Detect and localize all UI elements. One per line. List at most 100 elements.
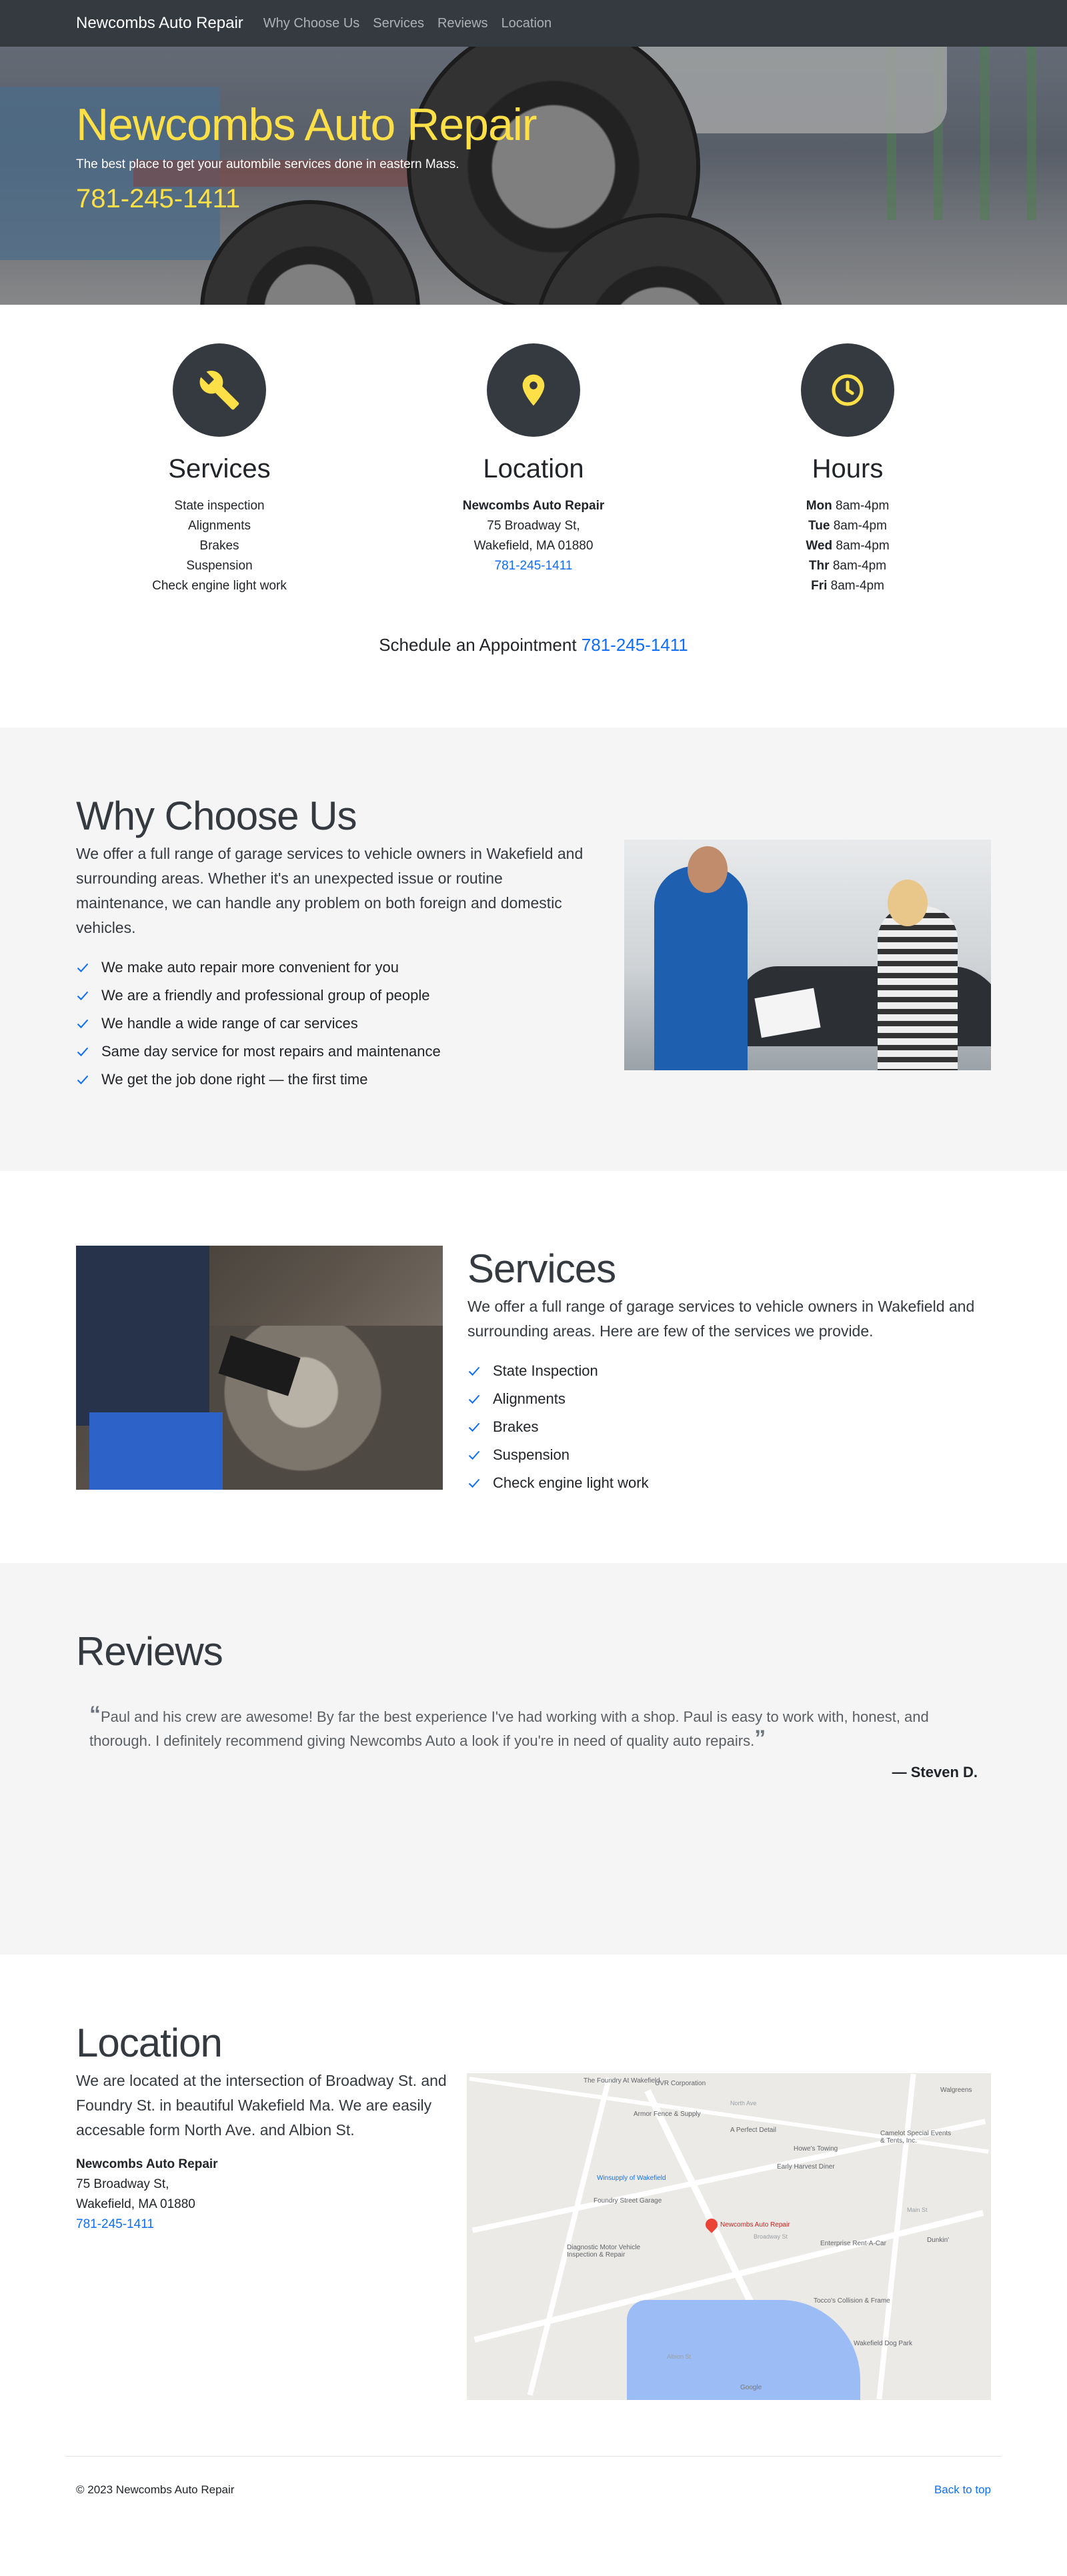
check-icon <box>468 1366 480 1376</box>
features-section: Services State inspection Alignments Bra… <box>0 305 1067 728</box>
hours-row: Wed 8am-4pm <box>806 539 890 553</box>
feature-services-item: State inspection <box>174 499 265 513</box>
nav-link-services[interactable]: Services <box>373 16 424 31</box>
review-author: — Steven D. <box>892 1764 978 1780</box>
feature-hours-title: Hours <box>812 454 884 483</box>
feature-services-item: Alignments <box>188 519 251 533</box>
check-icon <box>468 1394 480 1404</box>
map-label: Diagnostic Motor Vehicle Inspection & Re… <box>567 2244 641 2259</box>
location-lead: We are located at the intersection of Br… <box>76 2072 447 2139</box>
schedule-label: Schedule an Appointment <box>379 635 577 655</box>
review-quote: “Paul and his crew are awesome! By far t… <box>76 1702 991 1753</box>
close-quote-icon: ” <box>754 1726 766 1751</box>
services-title: Services <box>467 1246 616 1291</box>
map-label: Early Harvest Diner <box>777 2163 835 2171</box>
map-label: Tocco's Collision & Frame <box>814 2297 890 2305</box>
location-title: Location <box>76 2021 223 2065</box>
location-city: Wakefield, MA 01880 <box>76 2197 195 2211</box>
why-lead: We offer a full range of garage services… <box>76 845 584 936</box>
check-icon <box>468 1478 480 1488</box>
list-item: Suspension <box>467 1441 991 1469</box>
hours-row: Mon 8am-4pm <box>806 499 890 513</box>
map-label: Enterprise Rent-A-Car <box>820 2240 886 2247</box>
hero-banner: Newcombs Auto Repair The best place to g… <box>0 47 1067 305</box>
google-logo: Google <box>740 2384 762 2391</box>
check-icon <box>468 1450 480 1460</box>
feature-location-street: 75 Broadway St, <box>487 519 580 533</box>
feature-services-item: Suspension <box>186 559 253 573</box>
feature-location-title: Location <box>483 454 584 483</box>
map-label: Walgreens <box>940 2087 972 2094</box>
map-label-business: Newcombs Auto Repair <box>720 2221 790 2229</box>
nav-link-why-choose-us[interactable]: Why Choose Us <box>263 16 360 31</box>
location-phone-link[interactable]: 781-245-1411 <box>76 2217 154 2231</box>
hero-subtitle: The best place to get your autombile ser… <box>76 157 459 171</box>
google-map-embed[interactable]: Newcombs Auto Repair The Foundry At Wake… <box>467 2073 991 2400</box>
back-to-top-link[interactable]: Back to top <box>934 2483 991 2520</box>
hours-row: Tue 8am-4pm <box>808 519 887 533</box>
footer-copyright: © 2023 Newcombs Auto Repair <box>76 2483 235 2496</box>
map-road-label: Albion St <box>667 2353 692 2360</box>
feature-services-title: Services <box>168 454 271 483</box>
hours-row: Fri 8am-4pm <box>811 579 884 593</box>
feature-location-name: Newcombs Auto Repair <box>462 499 605 513</box>
hero-phone: 781-245-1411 <box>76 184 241 213</box>
map-label: Winsupply of Wakefield <box>597 2175 666 2182</box>
services-lead: We offer a full range of garage services… <box>467 1298 975 1340</box>
map-label: Foundry Street Garage <box>594 2197 662 2205</box>
check-icon <box>77 1047 89 1057</box>
nav-link-reviews[interactable]: Reviews <box>437 16 488 31</box>
map-label: UVR Corporation <box>655 2080 706 2087</box>
map-label: The Foundry At Wakefield <box>584 2077 660 2085</box>
map-label: Dunkin' <box>927 2237 950 2244</box>
feature-location-phone-link[interactable]: 781-245-1411 <box>495 559 573 573</box>
schedule-phone-link[interactable]: 781-245-1411 <box>582 635 688 655</box>
navbar-brand[interactable]: Newcombs Auto Repair <box>76 14 243 33</box>
check-icon <box>77 991 89 1001</box>
map-label: Howe's Towing <box>794 2145 838 2153</box>
reviews-title: Reviews <box>76 1629 223 1674</box>
check-icon <box>77 963 89 973</box>
location-section: Location We are located at the intersect… <box>0 1955 1067 2456</box>
feature-hours: Hours Mon 8am-4pm Tue 8am-4pm Wed 8am-4p… <box>704 343 991 596</box>
map-label: A Perfect Detail <box>730 2127 776 2134</box>
map-road-label: Main St <box>907 2207 928 2213</box>
review-text: Paul and his crew are awesome! By far th… <box>89 1708 929 1749</box>
why-list: We make auto repair more convenient for … <box>76 954 596 1094</box>
wrench-icon <box>173 343 266 437</box>
list-item: State Inspection <box>467 1357 991 1385</box>
schedule-appointment: Schedule an Appointment 781-245-1411 <box>76 635 991 728</box>
top-navbar: Newcombs Auto Repair Why Choose Us Servi… <box>0 0 1067 47</box>
feature-services-item: Check engine light work <box>152 579 287 593</box>
open-quote-icon: “ <box>89 1702 101 1727</box>
list-item: Check engine light work <box>467 1469 991 1497</box>
page-footer: © 2023 Newcombs Auto Repair Back to top <box>65 2456 1002 2520</box>
nav-link-location[interactable]: Location <box>501 16 552 31</box>
mechanic-customer-photo <box>624 840 991 1070</box>
list-item: We are a friendly and professional group… <box>76 982 596 1010</box>
feature-location: Location Newcombs Auto Repair 75 Broadwa… <box>390 343 677 596</box>
map-road-label: Broadway St <box>754 2233 788 2240</box>
list-item: We get the job done right — the first ti… <box>76 1066 596 1094</box>
list-item: We make auto repair more convenient for … <box>76 954 596 982</box>
why-choose-us-section: Why Choose Us We offer a full range of g… <box>0 728 1067 1171</box>
map-label: Armor Fence & Supply <box>634 2111 701 2118</box>
feature-location-city: Wakefield, MA 01880 <box>473 539 594 553</box>
feature-services-item: Brakes <box>199 539 239 553</box>
list-item: Brakes <box>467 1413 991 1441</box>
services-list: State Inspection Alignments Brakes Suspe… <box>467 1357 991 1497</box>
check-icon <box>468 1422 480 1432</box>
location-name: Newcombs Auto Repair <box>76 2157 218 2171</box>
hero-title: Newcombs Auto Repair <box>76 99 538 150</box>
list-item: We handle a wide range of car services <box>76 1010 596 1038</box>
map-label: Camelot Special Events & Tents, Inc. <box>880 2130 952 2145</box>
map-pin-icon <box>487 343 580 437</box>
map-road-label: North Ave <box>730 2100 757 2107</box>
list-item: Same day service for most repairs and ma… <box>76 1038 596 1066</box>
services-section: Services We offer a full range of garage… <box>0 1171 1067 1563</box>
check-icon <box>77 1075 89 1085</box>
location-street: 75 Broadway St, <box>76 2177 169 2191</box>
why-title: Why Choose Us <box>76 794 357 838</box>
reviews-section: Reviews “Paul and his crew are awesome! … <box>0 1563 1067 1955</box>
map-label: Wakefield Dog Park <box>854 2340 912 2347</box>
